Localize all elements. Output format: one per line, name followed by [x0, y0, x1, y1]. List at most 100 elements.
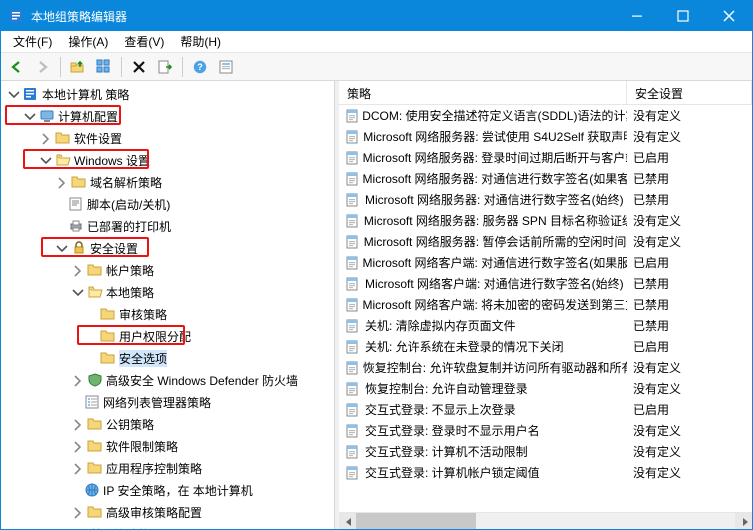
list-column-security-setting[interactable]: 安全设置	[627, 81, 752, 104]
chevron-right-icon[interactable]	[70, 505, 84, 519]
policy-value: 没有定义	[627, 233, 752, 250]
chevron-right-icon[interactable]	[54, 527, 68, 529]
titlebar[interactable]: 本地组策略编辑器	[1, 1, 752, 31]
tree-item-qos[interactable]: 基于策略的 QoS	[3, 523, 334, 529]
tree-panel[interactable]: 本地计算机 策略 计算机配置 软件设置	[1, 81, 335, 529]
list-row[interactable]: 交互式登录: 计算机不活动限制没有定义	[339, 441, 752, 462]
toolbar-delete-button[interactable]	[127, 56, 151, 78]
toolbar-showhide-button[interactable]	[92, 56, 116, 78]
tree-label: 脚本(启动/关机)	[87, 196, 170, 213]
list-body[interactable]: DCOM: 使用安全描述符定义语言(SDDL)语法的计算机启动...没有定义Mi…	[339, 105, 752, 512]
window-maximize-button[interactable]	[660, 1, 706, 31]
tree-item-security-options[interactable]: 安全选项	[3, 347, 334, 369]
tree-item-account-policies[interactable]: 帐户策略	[3, 259, 334, 281]
list-row[interactable]: DCOM: 使用安全描述符定义语言(SDDL)语法的计算机启动...没有定义	[339, 105, 752, 126]
chevron-down-icon[interactable]	[6, 87, 20, 101]
tree-item-defender-firewall[interactable]: 高级安全 Windows Defender 防火墙	[3, 369, 334, 391]
policy-icon	[345, 465, 361, 481]
toolbar-help-button[interactable]	[188, 56, 212, 78]
menu-action[interactable]: 操作(A)	[60, 31, 116, 52]
policy-value: 没有定义	[627, 443, 752, 460]
tree-item-advanced-audit[interactable]: 高级审核策略配置	[3, 501, 334, 523]
policy-name: Microsoft 网络服务器: 对通信进行数字签名(如果客户端允...	[363, 170, 627, 187]
menu-file[interactable]: 文件(F)	[5, 31, 60, 52]
chevron-right-icon[interactable]	[70, 461, 84, 475]
tree-item-computer-config[interactable]: 计算机配置	[3, 105, 334, 127]
folder-icon	[87, 504, 103, 520]
window-minimize-button[interactable]	[614, 1, 660, 31]
list-row[interactable]: Microsoft 网络服务器: 对通信进行数字签名(始终)已禁用	[339, 189, 752, 210]
policy-icon	[345, 150, 359, 166]
menu-view[interactable]: 查看(V)	[116, 31, 172, 52]
chevron-down-icon[interactable]	[54, 241, 68, 255]
policy-name: Microsoft 网络服务器: 暂停会话前所需的空闲时间数量	[364, 233, 627, 250]
list-row[interactable]: 交互式登录: 登录时不显示用户名没有定义	[339, 420, 752, 441]
list-column-policy[interactable]: 策略	[339, 81, 627, 104]
menu-help[interactable]: 帮助(H)	[172, 31, 229, 52]
list-row[interactable]: 恢复控制台: 允许软盘复制并访问所有驱动器和所有文件夹没有定义	[339, 357, 752, 378]
list-row[interactable]: Microsoft 网络服务器: 服务器 SPN 目标名称验证级别没有定义	[339, 210, 752, 231]
toolbar-export-button[interactable]	[153, 56, 177, 78]
tree-item-software-settings[interactable]: 软件设置	[3, 127, 334, 149]
scroll-thumb[interactable]	[356, 513, 476, 530]
list-row[interactable]: 交互式登录: 不显示上次登录已启用	[339, 399, 752, 420]
chevron-down-icon[interactable]	[22, 109, 36, 123]
tree-item-network-list[interactable]: 网络列表管理器策略	[3, 391, 334, 413]
tree-item-public-key[interactable]: 公钥策略	[3, 413, 334, 435]
tree-label: 软件设置	[74, 130, 122, 147]
tree-item-deployed-printers[interactable]: 已部署的打印机	[3, 215, 334, 237]
list-row[interactable]: 恢复控制台: 允许自动管理登录没有定义	[339, 378, 752, 399]
policy-icon	[345, 402, 361, 418]
chevron-down-icon[interactable]	[38, 153, 52, 167]
tree-item-root[interactable]: 本地计算机 策略	[3, 83, 334, 105]
horizontal-scrollbar[interactable]	[339, 512, 752, 529]
list-row[interactable]: 交互式登录: 计算机帐户锁定阈值没有定义	[339, 462, 752, 483]
scroll-left-button[interactable]	[339, 513, 356, 530]
policy-name: Microsoft 网络服务器: 对通信进行数字签名(始终)	[365, 191, 624, 208]
chevron-right-icon[interactable]	[54, 175, 68, 189]
policy-value: 已禁用	[627, 191, 752, 208]
folder-icon	[100, 306, 116, 322]
chevron-right-icon[interactable]	[70, 263, 84, 277]
tree-item-local-policies[interactable]: 本地策略	[3, 281, 334, 303]
tree-label: 用户权限分配	[119, 328, 191, 345]
toolbar-up-button[interactable]	[66, 56, 90, 78]
window-title: 本地组策略编辑器	[31, 8, 614, 25]
chevron-right-icon[interactable]	[70, 373, 84, 387]
list-row[interactable]: Microsoft 网络服务器: 尝试使用 S4U2Self 获取声明信息没有定…	[339, 126, 752, 147]
chevron-right-icon[interactable]	[38, 131, 52, 145]
chevron-right-icon[interactable]	[70, 439, 84, 453]
tree-item-audit-policy[interactable]: 审核策略	[3, 303, 334, 325]
toolbar-back-button[interactable]	[5, 56, 29, 78]
list-row[interactable]: 关机: 清除虚拟内存页面文件已禁用	[339, 315, 752, 336]
folder-icon	[87, 438, 103, 454]
toolbar-properties-button[interactable]	[214, 56, 238, 78]
chevron-down-icon[interactable]	[70, 285, 84, 299]
tree-item-ipsec[interactable]: IP 安全策略，在 本地计算机	[3, 479, 334, 501]
tree-label: 帐户策略	[106, 262, 154, 279]
list-row[interactable]: Microsoft 网络客户端: 将未加密的密码发送到第三方 SMB...已禁用	[339, 294, 752, 315]
tree-item-windows-settings[interactable]: Windows 设置	[3, 149, 334, 171]
tree-item-security-settings[interactable]: 安全设置	[3, 237, 334, 259]
policy-icon	[345, 213, 360, 229]
scroll-right-button[interactable]	[735, 513, 752, 530]
tree-item-scripts[interactable]: 脚本(启动/关机)	[3, 193, 334, 215]
tree-item-dns-policy[interactable]: 域名解析策略	[3, 171, 334, 193]
tree-label: 软件限制策略	[106, 438, 178, 455]
window-close-button[interactable]	[706, 1, 752, 31]
tree-item-software-restriction[interactable]: 软件限制策略	[3, 435, 334, 457]
list-row[interactable]: Microsoft 网络服务器: 对通信进行数字签名(如果客户端允...已禁用	[339, 168, 752, 189]
policy-name: Microsoft 网络客户端: 将未加密的密码发送到第三方 SMB...	[362, 296, 627, 313]
scroll-track[interactable]	[356, 513, 735, 530]
tree-item-app-control[interactable]: 应用程序控制策略	[3, 457, 334, 479]
list-row[interactable]: Microsoft 网络客户端: 对通信进行数字签名(始终)已禁用	[339, 273, 752, 294]
chevron-right-icon[interactable]	[70, 417, 84, 431]
list-row[interactable]: Microsoft 网络服务器: 登录时间过期后断开与客户端的连接已启用	[339, 147, 752, 168]
list-row[interactable]: Microsoft 网络服务器: 暂停会话前所需的空闲时间数量没有定义	[339, 231, 752, 252]
toolbar-forward-button[interactable]	[31, 56, 55, 78]
policy-name: 恢复控制台: 允许软盘复制并访问所有驱动器和所有文件夹	[363, 359, 627, 376]
tree-item-user-rights[interactable]: 用户权限分配	[3, 325, 334, 347]
list-row[interactable]: Microsoft 网络客户端: 对通信进行数字签名(如果服务器允...已启用	[339, 252, 752, 273]
list-row[interactable]: 关机: 允许系统在未登录的情况下关闭已启用	[339, 336, 752, 357]
tree-label: 审核策略	[119, 306, 167, 323]
